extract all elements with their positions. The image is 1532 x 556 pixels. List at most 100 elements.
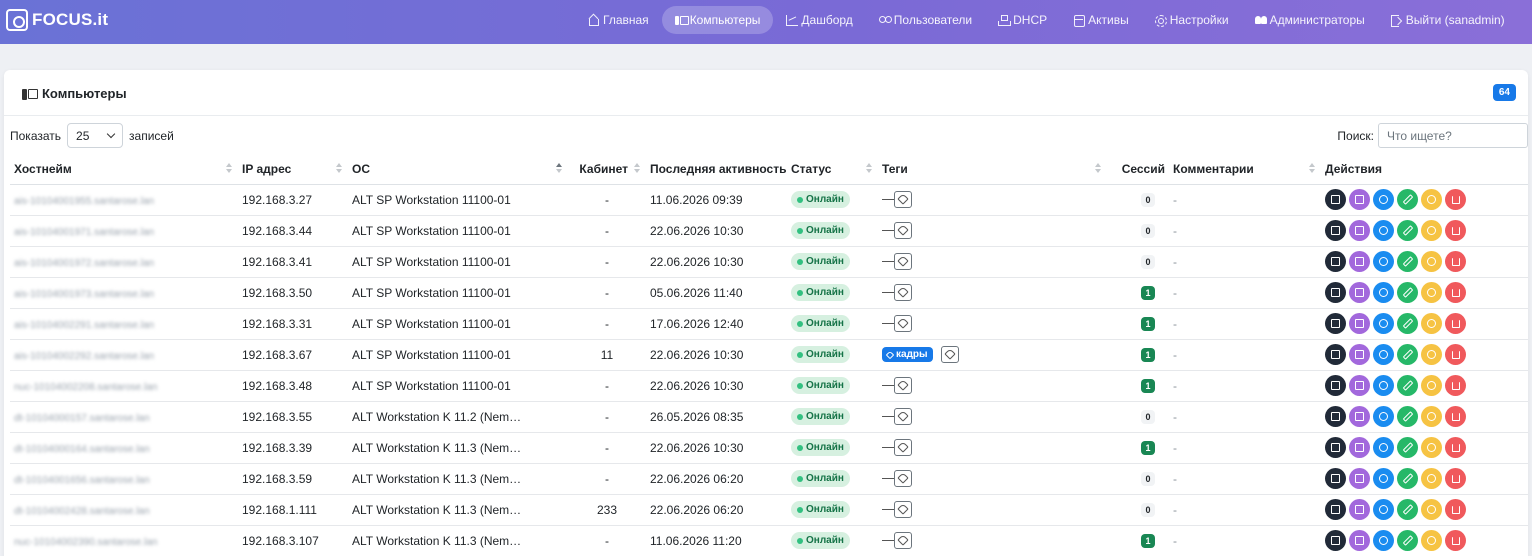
remote-screen-button[interactable] bbox=[1349, 313, 1370, 334]
edit-button[interactable] bbox=[1397, 313, 1418, 334]
delete-button[interactable] bbox=[1445, 530, 1466, 551]
terminal-button[interactable] bbox=[1325, 375, 1346, 396]
refresh-button[interactable] bbox=[1421, 406, 1442, 427]
terminal-button[interactable] bbox=[1325, 282, 1346, 303]
info-button[interactable] bbox=[1373, 282, 1394, 303]
terminal-button[interactable] bbox=[1325, 251, 1346, 272]
add-tag-button[interactable] bbox=[894, 284, 912, 301]
col-ip[interactable]: IP адрес bbox=[238, 154, 348, 185]
remote-screen-button[interactable] bbox=[1349, 251, 1370, 272]
brand-logo[interactable]: FOCUS.it bbox=[6, 9, 108, 31]
remote-screen-button[interactable] bbox=[1349, 375, 1370, 396]
remote-screen-button[interactable] bbox=[1349, 406, 1370, 427]
edit-button[interactable] bbox=[1397, 375, 1418, 396]
nav-logout[interactable]: Выйти (sanadmin) bbox=[1378, 6, 1518, 34]
col-status[interactable]: Статус bbox=[787, 154, 878, 185]
refresh-button[interactable] bbox=[1421, 437, 1442, 458]
terminal-button[interactable] bbox=[1325, 220, 1346, 241]
remote-screen-button[interactable] bbox=[1349, 530, 1370, 551]
col-sessions[interactable]: Сессий bbox=[1107, 154, 1169, 185]
edit-button[interactable] bbox=[1397, 437, 1418, 458]
edit-button[interactable] bbox=[1397, 530, 1418, 551]
edit-button[interactable] bbox=[1397, 468, 1418, 489]
add-tag-button[interactable] bbox=[894, 439, 912, 456]
col-last-activity[interactable]: Последняя активность bbox=[646, 154, 787, 185]
terminal-button[interactable] bbox=[1325, 468, 1346, 489]
add-tag-button[interactable] bbox=[894, 501, 912, 518]
terminal-button[interactable] bbox=[1325, 313, 1346, 334]
info-button[interactable] bbox=[1373, 468, 1394, 489]
info-button[interactable] bbox=[1373, 406, 1394, 427]
edit-button[interactable] bbox=[1397, 282, 1418, 303]
refresh-button[interactable] bbox=[1421, 499, 1442, 520]
delete-button[interactable] bbox=[1445, 406, 1466, 427]
terminal-button[interactable] bbox=[1325, 499, 1346, 520]
remote-screen-button[interactable] bbox=[1349, 282, 1370, 303]
refresh-button[interactable] bbox=[1421, 375, 1442, 396]
terminal-button[interactable] bbox=[1325, 189, 1346, 210]
delete-button[interactable] bbox=[1445, 375, 1466, 396]
nav-settings[interactable]: Настройки bbox=[1142, 6, 1242, 34]
delete-button[interactable] bbox=[1445, 499, 1466, 520]
edit-button[interactable] bbox=[1397, 251, 1418, 272]
nav-dashboard[interactable]: Дашборд bbox=[773, 6, 865, 34]
refresh-button[interactable] bbox=[1421, 468, 1442, 489]
add-tag-button[interactable] bbox=[894, 315, 912, 332]
add-tag-button[interactable] bbox=[894, 191, 912, 208]
nav-admins[interactable]: Администраторы bbox=[1242, 6, 1378, 34]
add-tag-button[interactable] bbox=[894, 408, 912, 425]
add-tag-button[interactable] bbox=[940, 346, 959, 363]
remote-screen-button[interactable] bbox=[1349, 189, 1370, 210]
info-button[interactable] bbox=[1373, 344, 1394, 365]
edit-button[interactable] bbox=[1397, 220, 1418, 241]
delete-button[interactable] bbox=[1445, 189, 1466, 210]
info-button[interactable] bbox=[1373, 313, 1394, 334]
refresh-button[interactable] bbox=[1421, 220, 1442, 241]
info-button[interactable] bbox=[1373, 437, 1394, 458]
terminal-button[interactable] bbox=[1325, 406, 1346, 427]
add-tag-button[interactable] bbox=[894, 532, 912, 549]
delete-button[interactable] bbox=[1445, 437, 1466, 458]
nav-users[interactable]: Пользователи bbox=[866, 6, 985, 34]
terminal-button[interactable] bbox=[1325, 530, 1346, 551]
add-tag-button[interactable] bbox=[894, 253, 912, 270]
col-comments[interactable]: Комментарии bbox=[1169, 154, 1321, 185]
col-hostname[interactable]: Хостнейм bbox=[10, 154, 238, 185]
refresh-button[interactable] bbox=[1421, 313, 1442, 334]
terminal-button[interactable] bbox=[1325, 344, 1346, 365]
refresh-button[interactable] bbox=[1421, 189, 1442, 210]
refresh-button[interactable] bbox=[1421, 344, 1442, 365]
nav-home[interactable]: Главная bbox=[575, 6, 662, 34]
remote-screen-button[interactable] bbox=[1349, 344, 1370, 365]
delete-button[interactable] bbox=[1445, 313, 1466, 334]
tag-chip[interactable]: кадры bbox=[882, 347, 933, 362]
info-button[interactable] bbox=[1373, 530, 1394, 551]
add-tag-button[interactable] bbox=[894, 222, 912, 239]
info-button[interactable] bbox=[1373, 375, 1394, 396]
remote-screen-button[interactable] bbox=[1349, 468, 1370, 489]
remote-screen-button[interactable] bbox=[1349, 220, 1370, 241]
delete-button[interactable] bbox=[1445, 468, 1466, 489]
delete-button[interactable] bbox=[1445, 282, 1466, 303]
refresh-button[interactable] bbox=[1421, 282, 1442, 303]
info-button[interactable] bbox=[1373, 251, 1394, 272]
edit-button[interactable] bbox=[1397, 499, 1418, 520]
add-tag-button[interactable] bbox=[894, 470, 912, 487]
refresh-button[interactable] bbox=[1421, 251, 1442, 272]
nav-dhcp[interactable]: DHCP bbox=[985, 6, 1060, 34]
edit-button[interactable] bbox=[1397, 189, 1418, 210]
delete-button[interactable] bbox=[1445, 220, 1466, 241]
page-length-select[interactable]: 25 bbox=[67, 123, 124, 148]
col-room[interactable]: Кабинет bbox=[568, 154, 646, 185]
refresh-button[interactable] bbox=[1421, 530, 1442, 551]
col-os[interactable]: ОС bbox=[348, 154, 568, 185]
info-button[interactable] bbox=[1373, 499, 1394, 520]
add-tag-button[interactable] bbox=[894, 377, 912, 394]
remote-screen-button[interactable] bbox=[1349, 437, 1370, 458]
remote-screen-button[interactable] bbox=[1349, 499, 1370, 520]
delete-button[interactable] bbox=[1445, 344, 1466, 365]
info-button[interactable] bbox=[1373, 220, 1394, 241]
edit-button[interactable] bbox=[1397, 344, 1418, 365]
nav-assets[interactable]: Активы bbox=[1060, 6, 1142, 34]
col-tags[interactable]: Теги bbox=[878, 154, 1107, 185]
